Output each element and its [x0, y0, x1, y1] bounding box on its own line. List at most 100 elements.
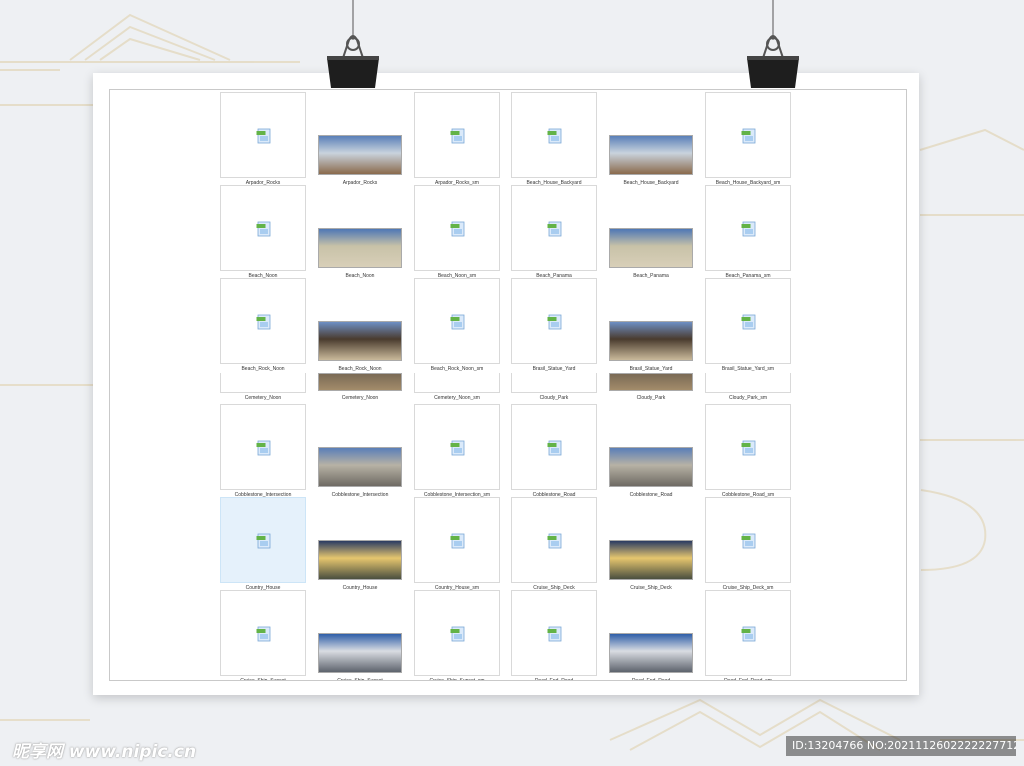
file-tile[interactable]: [511, 373, 597, 393]
hdr-panorama-thumbnail: [318, 633, 402, 673]
file-tile[interactable]: [220, 185, 306, 271]
hdr-panorama-thumbnail: [318, 321, 402, 361]
file-name-label: Dead_End_Road: [534, 678, 574, 681]
image-file-icon: [256, 533, 271, 549]
hdr-panorama-thumbnail: [609, 228, 693, 268]
image-file-icon: [450, 440, 465, 456]
file-tile[interactable]: [608, 404, 694, 490]
file-name-label: Cemetery_Noon_sm: [434, 395, 480, 401]
file-name-label: Cruise_Ship_Sunset_sm: [429, 678, 485, 681]
hdr-panorama-thumbnail: [609, 447, 693, 487]
hdr-panorama-thumbnail: [609, 135, 693, 175]
file-tile[interactable]: [317, 373, 403, 393]
image-file-icon: [450, 533, 465, 549]
file-tile[interactable]: [608, 590, 694, 676]
image-file-icon: [450, 221, 465, 237]
file-tile[interactable]: [220, 404, 306, 490]
image-file-icon: [256, 314, 271, 330]
file-name-label: Brasil_Statue_Yard: [532, 366, 576, 372]
image-file-icon: [256, 626, 271, 642]
hdr-panorama-thumbnail: [609, 540, 693, 580]
file-tile[interactable]: [705, 497, 791, 583]
file-tile[interactable]: [608, 185, 694, 271]
file-tile[interactable]: [511, 497, 597, 583]
file-tile[interactable]: [608, 278, 694, 364]
hdr-panorama-thumbnail: [318, 373, 402, 391]
file-tile[interactable]: [220, 497, 306, 583]
image-file-icon: [450, 314, 465, 330]
file-tile[interactable]: [414, 497, 500, 583]
file-tile[interactable]: [414, 404, 500, 490]
image-file-icon: [450, 626, 465, 642]
file-name-label: Cemetery_Noon: [341, 395, 379, 401]
hdr-panorama-thumbnail: [318, 540, 402, 580]
file-tile[interactable]: [511, 92, 597, 178]
image-file-icon: [547, 314, 562, 330]
file-tile[interactable]: [414, 185, 500, 271]
file-tile[interactable]: [317, 590, 403, 676]
binder-clip-icon: [747, 35, 799, 88]
file-name-label: Dead_End_Road_sm: [724, 678, 772, 681]
hanging-paper: Arpador_Rocks Arpador_Rocks Arpador_Rocks_…: [93, 73, 919, 695]
file-tile[interactable]: [511, 590, 597, 676]
binder-clip-icon: [327, 35, 379, 88]
file-tile[interactable]: [220, 590, 306, 676]
file-tile[interactable]: [608, 373, 694, 393]
image-file-icon: [547, 221, 562, 237]
file-tile[interactable]: [705, 92, 791, 178]
file-tile[interactable]: [220, 278, 306, 364]
file-browser-window: Arpador_Rocks Arpador_Rocks Arpador_Rocks_…: [109, 89, 907, 681]
file-tile[interactable]: [317, 278, 403, 364]
file-name-label: Dead_End_Road: [631, 678, 671, 681]
file-tile[interactable]: [317, 404, 403, 490]
file-tile[interactable]: [608, 92, 694, 178]
file-tile[interactable]: [220, 92, 306, 178]
file-tile[interactable]: [317, 185, 403, 271]
file-tile[interactable]: [705, 590, 791, 676]
file-tile[interactable]: [414, 373, 500, 393]
file-tile[interactable]: [511, 278, 597, 364]
file-name-label: Cloudy_Park_sm: [728, 395, 768, 401]
file-tile[interactable]: [705, 373, 791, 393]
hdr-panorama-thumbnail: [318, 447, 402, 487]
image-file-icon: [256, 221, 271, 237]
image-file-icon: [741, 533, 756, 549]
file-name-label: Beach_Rock_Noon: [241, 366, 285, 372]
image-file-icon: [256, 128, 271, 144]
hdr-panorama-thumbnail: [609, 321, 693, 361]
image-file-icon: [547, 626, 562, 642]
file-tile[interactable]: [608, 497, 694, 583]
file-tile[interactable]: [220, 373, 306, 393]
file-name-label: Brasil_Statue_Yard_sm: [721, 366, 775, 372]
file-tile[interactable]: [511, 185, 597, 271]
file-name-label: Cloudy_Park: [539, 395, 569, 401]
file-name-label: Cemetery_Noon: [244, 395, 282, 401]
file-tile[interactable]: [705, 404, 791, 490]
file-name-label: Cruise_Ship_Sunset: [240, 678, 286, 681]
image-file-icon: [547, 128, 562, 144]
image-file-icon: [547, 440, 562, 456]
file-tile[interactable]: [317, 92, 403, 178]
hdr-panorama-thumbnail: [318, 228, 402, 268]
file-name-label: Cloudy_Park: [636, 395, 666, 401]
file-tile[interactable]: [705, 185, 791, 271]
image-file-icon: [256, 440, 271, 456]
image-file-icon: [741, 440, 756, 456]
image-file-icon: [741, 626, 756, 642]
file-tile[interactable]: [705, 278, 791, 364]
watermark-logo: 昵享网 www.nipic.cn: [12, 742, 197, 762]
hdr-panorama-thumbnail: [318, 135, 402, 175]
file-tile[interactable]: [511, 404, 597, 490]
file-tile[interactable]: [317, 497, 403, 583]
file-tile[interactable]: [414, 278, 500, 364]
file-name-label: Beach_Rock_Noon: [338, 366, 382, 372]
image-file-icon: [450, 128, 465, 144]
file-tile[interactable]: [414, 92, 500, 178]
file-name-label: Brasil_Statue_Yard: [629, 366, 673, 372]
file-name-label: Cruise_Ship_Sunset: [337, 678, 383, 681]
file-name-label: Beach_Rock_Noon_sm: [430, 366, 484, 372]
file-tile[interactable]: [414, 590, 500, 676]
image-file-icon: [741, 314, 756, 330]
hdr-panorama-thumbnail: [609, 373, 693, 391]
image-file-icon: [741, 128, 756, 144]
